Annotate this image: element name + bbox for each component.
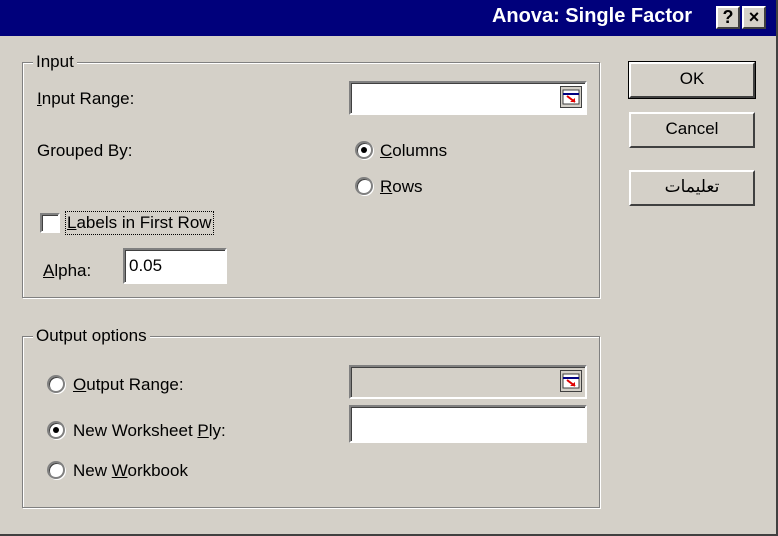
collapse-dialog-icon bbox=[562, 373, 580, 389]
title-bar[interactable]: Anova: Single Factor ? × bbox=[0, 0, 776, 36]
cancel-button[interactable]: Cancel bbox=[629, 112, 755, 148]
ok-button[interactable]: OK bbox=[628, 61, 756, 99]
radio-selected-dot bbox=[53, 427, 59, 433]
output-range-input[interactable] bbox=[351, 367, 585, 397]
labels-first-row-label[interactable]: Labels in First Row bbox=[65, 211, 214, 235]
output-range-field[interactable] bbox=[349, 365, 587, 399]
new-workbook-radio[interactable] bbox=[47, 461, 65, 479]
columns-label[interactable]: Columns bbox=[380, 141, 447, 161]
output-range-radio[interactable] bbox=[47, 375, 65, 393]
alpha-field[interactable] bbox=[123, 248, 227, 284]
new-worksheet-ply-field[interactable] bbox=[349, 405, 587, 443]
output-range-ref-button[interactable] bbox=[560, 370, 582, 392]
input-group: Input Input Range: Grouped By: Columns R… bbox=[22, 52, 600, 298]
output-group: Output options Output Range: New Workshe… bbox=[22, 326, 600, 508]
window-title: Anova: Single Factor bbox=[491, 5, 692, 27]
new-worksheet-ply-radio[interactable] bbox=[47, 421, 65, 439]
rows-radio[interactable] bbox=[355, 177, 373, 195]
rows-label[interactable]: Rows bbox=[380, 177, 423, 197]
new-workbook-label[interactable]: New Workbook bbox=[73, 461, 188, 481]
input-group-legend: Input bbox=[33, 52, 77, 72]
output-range-label[interactable]: Output Range: bbox=[73, 375, 184, 395]
alpha-label: Alpha: bbox=[43, 261, 92, 280]
anova-dialog: Anova: Single Factor ? × Input Input Ran… bbox=[0, 0, 778, 536]
alpha-input[interactable] bbox=[125, 250, 225, 282]
close-button[interactable]: × bbox=[742, 6, 766, 29]
input-range-label: Input Range: bbox=[37, 89, 135, 108]
output-group-legend: Output options bbox=[33, 326, 150, 346]
new-worksheet-ply-label[interactable]: New Worksheet Ply: bbox=[73, 421, 226, 441]
new-worksheet-ply-input[interactable] bbox=[351, 407, 585, 441]
input-range-input[interactable] bbox=[351, 83, 585, 113]
labels-first-row-checkbox[interactable] bbox=[40, 213, 60, 233]
radio-selected-dot bbox=[361, 147, 367, 153]
collapse-dialog-icon bbox=[562, 89, 580, 105]
input-range-field[interactable] bbox=[349, 81, 587, 115]
columns-radio[interactable] bbox=[355, 141, 373, 159]
help-arabic-button[interactable]: تعليمات bbox=[629, 170, 755, 206]
input-range-ref-button[interactable] bbox=[560, 86, 582, 108]
grouped-by-label: Grouped By: bbox=[37, 141, 133, 160]
help-button[interactable]: ? bbox=[716, 6, 740, 29]
